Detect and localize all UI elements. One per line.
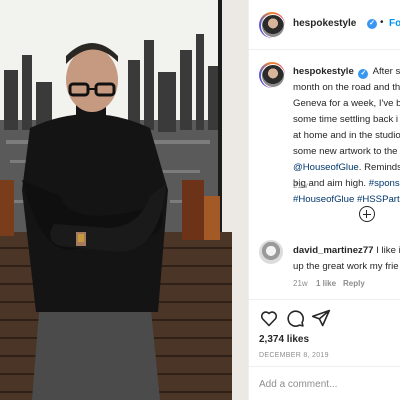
caption-line-6: some new artwork to the [293, 146, 398, 157]
comment-icon[interactable] [285, 308, 305, 328]
commenter-username[interactable]: david_martinez77 [293, 245, 374, 256]
heart-icon[interactable] [259, 308, 279, 328]
comment-line-2: up the great work my frie [293, 261, 399, 272]
caption-line-3: Geneva for a week, I've b [293, 98, 400, 109]
separator-dot: • [380, 17, 384, 28]
author-avatar[interactable] [259, 12, 285, 38]
caption-line-1: hespokestyle ✓ After sp [293, 64, 400, 80]
hashtag-link[interactable]: #HouseofGlue [293, 194, 354, 205]
add-comment-box[interactable]: Add a comment... [249, 366, 400, 400]
mention-link[interactable]: @HouseofGlue [293, 162, 359, 173]
comment-likes[interactable]: 1 like [316, 279, 336, 288]
commenter-avatar[interactable] [259, 240, 283, 264]
likes-count[interactable]: 2,374 likes [259, 334, 309, 345]
post-side-panel: hespokestyle ✓ • Follow hespokestyle ✓ A… [248, 0, 400, 400]
caption-avatar[interactable] [259, 62, 285, 88]
caption-text-1: After sp [372, 66, 400, 77]
reply-button[interactable]: Reply [343, 279, 365, 288]
caption-line-2: month on the road and th [293, 82, 400, 93]
hashtag-link[interactable]: #spons [369, 178, 400, 189]
post-date: DECEMBER 8, 2019 [259, 352, 329, 359]
caption-line-7: @HouseofGlue. Reminds [293, 160, 400, 176]
caption-verified-icon: ✓ [358, 69, 369, 79]
comment: david_martinez77 I like i up the great w… [293, 243, 400, 275]
caption-timestamp[interactable]: 21w [293, 181, 308, 190]
post-actions: 2,374 likes DECEMBER 8, 2019 Add a comme… [249, 299, 400, 400]
load-more-comments-icon[interactable] [359, 206, 375, 222]
man-in-black-turtleneck-photo [0, 0, 248, 400]
verified-badge-icon: ✓ [367, 19, 377, 29]
comment-timestamp[interactable]: 21w [293, 279, 308, 288]
share-icon[interactable] [311, 308, 331, 328]
caption-username[interactable]: hespokestyle [293, 66, 354, 77]
comment-text-1: I like i [376, 245, 400, 256]
caption-line-9: #HouseofGlue #HSSPart [293, 192, 400, 208]
follow-button[interactable]: Follow [389, 18, 400, 29]
caption-line-5: at home and in the studio [293, 130, 400, 141]
post-caption: hespokestyle ✓ After sp month on the roa… [293, 64, 400, 208]
add-comment-input[interactable]: Add a comment... [259, 379, 337, 390]
caption-line-8: big and aim high. #spons [293, 176, 400, 192]
post-header: hespokestyle ✓ • Follow [249, 0, 400, 50]
post-photo[interactable] [0, 0, 248, 400]
author-username[interactable]: hespokestyle [293, 18, 356, 29]
caption-line-4: some time settling back i [293, 114, 399, 125]
caption-text-7: . Reminds [358, 162, 400, 173]
comment-line-1: david_martinez77 I like i [293, 243, 400, 259]
hashtag-link[interactable]: #HSSPart [357, 194, 400, 205]
